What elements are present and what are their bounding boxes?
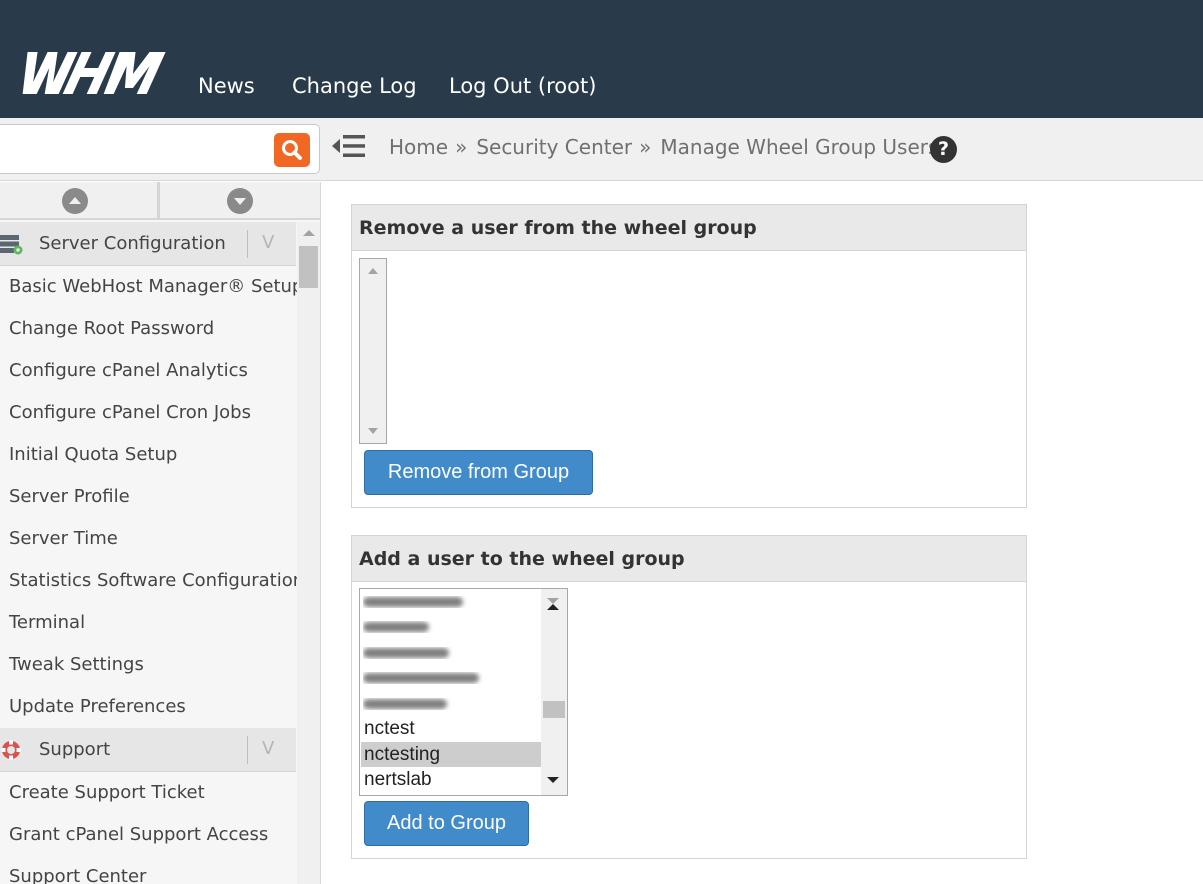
sidebar-item-terminal[interactable]: Terminal — [0, 602, 296, 644]
sidebar-item-initial-quota-setup[interactable]: Initial Quota Setup — [0, 434, 296, 476]
sidebar-item-update-preferences[interactable]: Update Preferences — [0, 686, 296, 728]
chevron-up-icon — [69, 197, 81, 204]
top-bar — [0, 0, 1203, 118]
sidebar-category-support[interactable]: Support V — [0, 728, 296, 772]
sidebar-arrows-divider — [157, 182, 160, 220]
list-item-user-selected[interactable]: nctesting — [361, 742, 541, 767]
redacted-usernames-overlay — [363, 597, 479, 709]
sidebar-item-tweak-settings[interactable]: Tweak Settings — [0, 644, 296, 686]
sidebar-category-server-configuration[interactable]: Server Configuration V — [0, 222, 296, 266]
search-box — [0, 124, 320, 174]
scrollbar-thumb[interactable] — [299, 246, 318, 288]
add-panel-title: Add a user to the wheel group — [352, 536, 1026, 582]
menu-collapse-button[interactable] — [330, 132, 368, 164]
list-item-user[interactable]: nertslab — [361, 767, 541, 792]
search-button[interactable] — [274, 133, 310, 167]
sidebar-scroll-up-button[interactable] — [62, 188, 88, 214]
list-item-user[interactable]: nctest — [361, 716, 541, 741]
remove-user-panel: Remove a user from the wheel group Remov… — [351, 204, 1027, 508]
search-input[interactable] — [0, 125, 270, 173]
remove-from-group-button[interactable]: Remove from Group — [364, 450, 593, 495]
category-separator — [247, 736, 248, 764]
add-to-group-button[interactable]: Add to Group — [364, 801, 529, 846]
help-icon[interactable]: ? — [930, 136, 957, 163]
breadcrumb-home[interactable]: Home — [389, 135, 448, 159]
wheel-users-listbox[interactable] — [359, 258, 387, 444]
breadcrumb: Home » Security Center » Manage Wheel Group … — [389, 135, 938, 159]
scroll-up-arrow-icon[interactable] — [368, 268, 378, 274]
chevron-down-icon[interactable]: V — [262, 738, 274, 759]
sidebar-item-configure-cpanel-cron-jobs[interactable]: Configure cPanel Cron Jobs — [0, 392, 296, 434]
sidebar-item-create-support-ticket[interactable]: Create Support Ticket — [0, 772, 296, 814]
sidebar-item-configure-cpanel-analytics[interactable]: Configure cPanel Analytics — [0, 350, 296, 392]
scrollbar-thumb[interactable] — [543, 701, 565, 718]
sidebar-scroll-controls — [0, 182, 320, 220]
add-user-panel: Add a user to the wheel group nctest nct… — [351, 535, 1027, 859]
search-icon — [282, 140, 302, 160]
sidebar-item-server-time[interactable]: Server Time — [0, 518, 296, 560]
sidebar-item-change-root-password[interactable]: Change Root Password — [0, 308, 296, 350]
scroll-up-arrow-icon[interactable] — [303, 230, 315, 236]
breadcrumb-separator: » — [455, 135, 468, 159]
nav-changelog-link[interactable]: Change Log — [292, 74, 417, 98]
collapse-menu-icon — [332, 135, 365, 157]
scroll-down-arrow-icon[interactable] — [547, 777, 559, 783]
breadcrumb-security-center[interactable]: Security Center — [476, 135, 632, 159]
scroll-down-arrow-icon[interactable] — [368, 428, 378, 434]
sidebar-item-support-center[interactable]: Support Center — [0, 856, 296, 884]
listbox-scrollbar[interactable] — [360, 259, 386, 443]
sidebar-item-server-profile[interactable]: Server Profile — [0, 476, 296, 518]
sidebar-item-statistics-software-configuration[interactable]: Statistics Software Configuration — [0, 560, 304, 602]
listbox-scrollbar[interactable] — [541, 589, 567, 795]
sidebar-category-label: Server Configuration — [39, 233, 226, 254]
sidebar-item-basic-webhost-manager-setup[interactable]: Basic WebHost Manager® Setup — [0, 266, 303, 308]
sidebar-category-label: Support — [39, 739, 111, 760]
lifebuoy-icon — [1, 740, 21, 760]
sidebar-menu: Server Configuration V Basic WebHost Man… — [0, 222, 304, 884]
chevron-down-icon[interactable]: V — [262, 232, 274, 253]
nav-logout-link[interactable]: Log Out (root) — [449, 74, 596, 98]
whm-logo[interactable] — [16, 50, 168, 96]
sidebar-scrollbar[interactable] — [297, 222, 320, 884]
nav-news-link[interactable]: News — [198, 74, 255, 98]
breadcrumb-current-page: Manage Wheel Group Users — [660, 135, 939, 159]
available-users-listbox[interactable]: nctest nctesting nertslab — [359, 588, 568, 796]
sidebar-scroll-down-button[interactable] — [227, 188, 253, 214]
server-config-icon — [0, 235, 23, 255]
sidebar-item-grant-cpanel-support-access[interactable]: Grant cPanel Support Access — [0, 814, 296, 856]
remove-panel-title: Remove a user from the wheel group — [352, 205, 1026, 251]
breadcrumb-separator: » — [639, 135, 652, 159]
chevron-down-icon — [234, 198, 246, 205]
sidebar: Server Configuration V Basic WebHost Man… — [0, 182, 321, 884]
category-separator — [247, 230, 248, 258]
scroll-up-arrow-icon[interactable] — [547, 598, 559, 610]
subheader-bar: Home » Security Center » Manage Wheel Group … — [0, 118, 1203, 181]
